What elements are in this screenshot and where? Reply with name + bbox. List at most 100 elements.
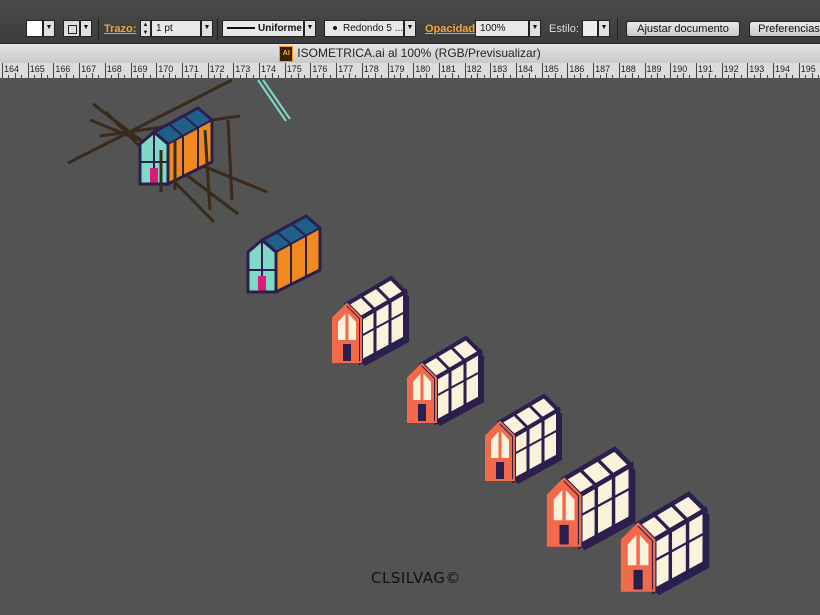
- separator: [98, 18, 99, 40]
- ruler-minor-tick: [586, 75, 588, 78]
- ruler-minor-tick: [573, 75, 575, 78]
- ruler-minor-tick: [46, 75, 48, 78]
- ruler-label: 185: [543, 64, 559, 74]
- ruler-minor-tick: [278, 75, 280, 78]
- ruler-tick: [541, 63, 543, 78]
- ruler-minor-tick: [91, 73, 93, 78]
- ruler-label: 167: [81, 64, 97, 74]
- ruler-minor-tick: [580, 73, 582, 78]
- brush-label: Redondo 5 ...: [343, 23, 404, 34]
- ruler-minor-tick: [451, 73, 453, 78]
- ruler-tick: [156, 63, 158, 78]
- ruler-tick: [233, 63, 235, 78]
- ruler-minor-tick: [8, 75, 10, 78]
- ruler-tick: [798, 63, 800, 78]
- ruler-minor-tick: [149, 75, 151, 78]
- control-bar: ▼ ▼ Trazo: ▲ ▼ 1 pt ▼ Uniforme ▼ Redondo …: [0, 0, 820, 44]
- stroke-profile-select[interactable]: Uniforme: [222, 20, 304, 37]
- separator: [617, 18, 618, 40]
- ruler-minor-tick: [432, 75, 434, 78]
- ruler-tick: [53, 63, 55, 78]
- ruler-minor-tick: [14, 73, 16, 78]
- opacity-dropdown-arrow[interactable]: ▼: [529, 20, 541, 37]
- ruler-minor-tick: [66, 73, 68, 78]
- ruler-minor-tick: [548, 75, 550, 78]
- ruler-minor-tick: [734, 73, 736, 78]
- guide-lines: [257, 79, 291, 122]
- ruler-minor-tick: [40, 73, 42, 78]
- style-swatch[interactable]: [582, 20, 598, 37]
- ruler-tick: [336, 63, 338, 78]
- stroke-weight-field[interactable]: 1 pt: [151, 20, 201, 37]
- fit-document-button[interactable]: Ajustar documento: [626, 21, 740, 37]
- stroke-dropdown-arrow[interactable]: ▼: [80, 20, 92, 37]
- ruler-label: 165: [29, 64, 45, 74]
- brush-dropdown-arrow[interactable]: ▼: [404, 20, 416, 37]
- ruler-minor-tick: [689, 75, 691, 78]
- ruler-tick: [464, 63, 466, 78]
- ai-file-icon: AI: [279, 45, 294, 62]
- ruler-minor-tick: [98, 75, 100, 78]
- ruler-tick: [413, 63, 415, 78]
- ruler-minor-tick: [355, 75, 357, 78]
- ruler-minor-tick: [381, 75, 383, 78]
- ruler-minor-tick: [458, 75, 460, 78]
- opacity-field[interactable]: 100%: [475, 20, 529, 37]
- ruler-label: 174: [261, 64, 277, 74]
- ruler-minor-tick: [201, 75, 203, 78]
- ruler-tick: [438, 63, 440, 78]
- ruler-minor-tick: [21, 75, 23, 78]
- ruler-label: 195: [800, 64, 816, 74]
- artboard-canvas[interactable]: [0, 79, 820, 615]
- ruler-tick: [773, 63, 774, 78]
- ruler-minor-tick: [265, 75, 267, 78]
- ruler-label: 170: [158, 64, 174, 74]
- sketch-greenhouse[interactable]: [67, 79, 291, 224]
- ruler-minor-tick: [316, 75, 318, 78]
- stroke-weight-stepper[interactable]: ▲ ▼: [140, 20, 151, 37]
- stroke-swatch[interactable]: [63, 20, 80, 37]
- ruler-tick: [361, 63, 363, 78]
- ruler-minor-tick: [496, 75, 498, 78]
- ruler-minor-tick: [605, 73, 607, 78]
- ruler-minor-tick: [271, 73, 273, 78]
- ruler-tick: [618, 63, 620, 78]
- ruler-tick: [490, 63, 492, 78]
- brush-select[interactable]: Redondo 5 ...: [324, 20, 404, 37]
- ruler-tick: [721, 63, 723, 78]
- ruler-label: 173: [235, 64, 251, 74]
- cream-greenhouse-3[interactable]: [484, 394, 564, 486]
- cream-greenhouse-1[interactable]: [331, 276, 411, 368]
- stroke-label[interactable]: Trazo:: [104, 23, 136, 35]
- ruler-tick: [516, 63, 517, 78]
- horizontal-ruler[interactable]: 164 165 166 167 168 169 170 171 172 173 174 175 176 1…: [0, 63, 820, 79]
- ruler-minor-tick: [34, 75, 36, 78]
- ruler-minor-tick: [612, 75, 614, 78]
- ruler-minor-tick: [374, 73, 376, 78]
- ruler-tick: [695, 63, 697, 78]
- fill-swatch[interactable]: [26, 20, 43, 37]
- ruler-tick: [284, 63, 286, 78]
- preferences-button[interactable]: Preferencias: [749, 21, 820, 37]
- ruler-minor-tick: [85, 75, 87, 78]
- ruler-minor-tick: [625, 75, 627, 78]
- ruler-label: 166: [55, 64, 71, 74]
- ruler-tick: [567, 63, 569, 78]
- opacity-label[interactable]: Opacidad:: [425, 23, 479, 35]
- ruler-label: 188: [620, 64, 636, 74]
- style-dropdown-arrow[interactable]: ▼: [598, 20, 610, 37]
- cream-greenhouse-2[interactable]: [406, 336, 486, 428]
- ruler-label: 175: [286, 64, 302, 74]
- ruler-minor-tick: [297, 73, 299, 78]
- ruler-tick: [207, 63, 209, 78]
- ruler-tick: [747, 63, 749, 78]
- cream-greenhouse-4[interactable]: [548, 449, 635, 550]
- stroke-weight-dropdown-arrow[interactable]: ▼: [201, 20, 213, 37]
- stroke-profile-dropdown-arrow[interactable]: ▼: [304, 20, 316, 37]
- colored-greenhouse[interactable]: [246, 214, 322, 294]
- ruler-label: 176: [312, 64, 328, 74]
- fill-dropdown-arrow[interactable]: ▼: [43, 20, 55, 37]
- ruler-minor-tick: [291, 75, 293, 78]
- document-tab[interactable]: AI ISOMETRICA.ai al 100% (RGB/Previsualiz…: [0, 44, 820, 64]
- ruler-minor-tick: [483, 75, 485, 78]
